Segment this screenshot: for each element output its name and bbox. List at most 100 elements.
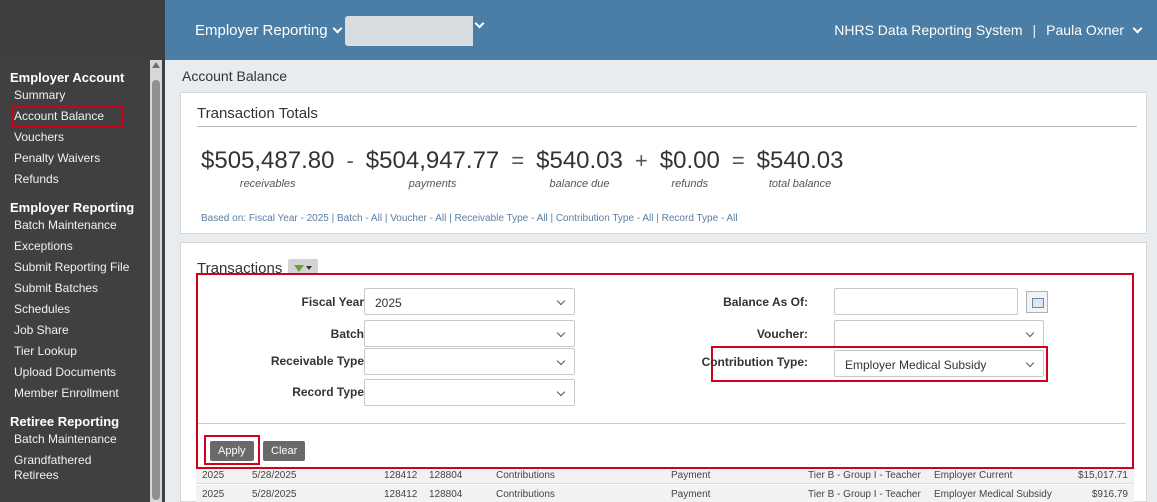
sidebar-item-exceptions[interactable]: Exceptions (14, 236, 165, 257)
cell-contribution-type: Employer Medical Subsidy (934, 489, 1052, 500)
page-title: Account Balance (182, 68, 288, 84)
contribution-type-select[interactable]: Employer Medical Subsidy (834, 350, 1044, 377)
top-bar: Employer Reporting NHRS Data Reporting S… (0, 0, 1157, 60)
balance-as-of-input[interactable] (834, 288, 1018, 315)
fiscal-year-label: Fiscal Year: (301, 295, 369, 309)
transaction-totals-panel: Transaction Totals $505,487.80 receivabl… (180, 92, 1147, 234)
contribution-type-value: Employer Medical Subsidy (845, 358, 987, 372)
cell-tier: Tier B - Group I - Teacher (808, 470, 921, 481)
sidebar-item-batch-maintenance[interactable]: Batch Maintenance (14, 215, 165, 236)
fiscal-year-value: 2025 (375, 296, 402, 310)
receivables-term: $505,487.80 receivables (201, 147, 334, 190)
contribution-type-label: Contribution Type: (701, 355, 808, 369)
record-type-label: Record Type: (292, 385, 368, 399)
voucher-select[interactable] (834, 320, 1044, 347)
cell-tier: Tier B - Group I - Teacher (808, 489, 921, 500)
cell-batch: 128412 (384, 470, 418, 481)
chevron-down-icon (332, 23, 343, 34)
cell-record-type: Payment (671, 470, 711, 481)
sidebar-item-penalty-waivers[interactable]: Penalty Waivers (14, 148, 165, 169)
cell-date: 5/28/2025 (252, 470, 297, 481)
sidebar-item-retirees[interactable]: Retirees (14, 468, 165, 483)
refunds-amount: $0.00 (659, 147, 720, 174)
sidebar-item-submit-batches[interactable]: Submit Batches (14, 278, 165, 299)
sidebar-scrollbar[interactable] (150, 60, 162, 502)
cell-fiscal-year: 2025 (202, 470, 225, 481)
sidebar-item-schedules[interactable]: Schedules (14, 299, 165, 320)
chevron-down-icon (556, 387, 566, 397)
sidebar-item-job-share[interactable]: Job Share (14, 320, 165, 341)
sidebar-item-submit-reporting-file[interactable]: Submit Reporting File (14, 257, 165, 278)
receivable-type-label: Receivable Type: (270, 354, 368, 368)
batch-select[interactable] (364, 320, 575, 347)
sidebar-item-member-enrollment[interactable]: Member Enrollment (14, 383, 165, 404)
cell-batch: 128412 (384, 489, 418, 500)
caret-down-icon (306, 266, 313, 270)
module-menu[interactable]: Employer Reporting (195, 22, 343, 39)
balance-as-of-label: Balance As Of: (723, 295, 808, 309)
employer-select[interactable] (345, 16, 473, 46)
cell-receivable-type: Contributions (496, 470, 555, 481)
user-menu[interactable]: NHRS Data Reporting System | Paula Oxner (834, 22, 1143, 38)
module-menu-label: Employer Reporting (195, 22, 328, 39)
sidebar-item-summary[interactable]: Summary (14, 85, 165, 106)
separator: | (1032, 22, 1037, 38)
cell-receivable-type: Contributions (496, 489, 555, 500)
sidebar-group-employer-reporting: Employer Reporting (10, 200, 135, 215)
receivables-amount: $505,487.80 (201, 147, 335, 174)
system-name: NHRS Data Reporting System (834, 22, 1023, 38)
chevron-down-icon (1025, 328, 1035, 338)
cell-voucher: 128804 (429, 470, 463, 481)
minus-operator: - (346, 148, 354, 173)
total-balance-amount: $540.03 (756, 147, 844, 174)
logo-area (0, 0, 165, 60)
refunds-term: $0.00 refunds (660, 147, 720, 190)
scrollbar-thumb[interactable] (152, 80, 160, 500)
divider (198, 423, 1126, 424)
payments-term: $504,947.77 payments (366, 147, 499, 190)
sidebar-item-account-balance[interactable]: Account Balance (12, 106, 124, 127)
sidebar-item-retiree-batch-maintenance[interactable]: Batch Maintenance (14, 429, 165, 450)
cell-date: 5/28/2025 (252, 489, 297, 500)
cell-fiscal-year: 2025 (202, 489, 225, 500)
cell-record-type: Payment (671, 489, 711, 500)
table-row[interactable]: 2025 5/28/2025 128412 128804 Contributio… (196, 485, 1134, 502)
balance-due-term: $540.03 balance due (536, 147, 623, 190)
payments-caption: payments (408, 178, 457, 190)
clear-button[interactable]: Clear (263, 441, 306, 461)
calendar-icon[interactable] (1026, 291, 1048, 313)
record-type-select[interactable] (364, 379, 575, 406)
chevron-down-icon (556, 328, 566, 338)
apply-button[interactable]: Apply (210, 441, 254, 461)
totals-title: Transaction Totals (197, 105, 318, 122)
sidebar-item-vouchers[interactable]: Vouchers (14, 127, 165, 148)
sidebar-item-refunds[interactable]: Refunds (14, 169, 165, 190)
sidebar-item-grandfathered[interactable]: Grandfathered (14, 453, 165, 468)
chevron-down-icon (1132, 23, 1143, 33)
cell-contribution-type: Employer Current (934, 470, 1013, 481)
total-balance-term: $540.03 total balance (757, 147, 844, 190)
balance-due-amount: $540.03 (536, 147, 623, 174)
chevron-down-icon (1025, 358, 1035, 368)
scroll-up-arrow-icon[interactable] (152, 62, 160, 68)
plus-operator: + (634, 148, 648, 173)
app-root: Employer Reporting NHRS Data Reporting S… (0, 0, 1157, 502)
sidebar-group-employer-account: Employer Account (10, 70, 125, 85)
receivable-type-select[interactable] (364, 348, 575, 375)
fiscal-year-select[interactable]: 2025 (364, 288, 575, 315)
sidebar-item-upload-documents[interactable]: Upload Documents (14, 362, 165, 383)
filter-icon (294, 264, 305, 272)
chevron-down-icon[interactable] (474, 18, 485, 29)
cell-amount: $15,017.71 (1077, 470, 1128, 481)
sidebar-item-tier-lookup[interactable]: Tier Lookup (14, 341, 165, 362)
chevron-down-icon (556, 356, 566, 366)
balance-due-caption: balance due (549, 178, 610, 190)
sidebar-group-retiree-reporting: Retiree Reporting (10, 414, 120, 429)
total-balance-caption: total balance (768, 178, 832, 190)
divider (197, 126, 1137, 127)
based-on-text: Based on: Fiscal Year - 2025 | Batch - A… (201, 213, 738, 224)
cell-amount: $916.79 (1091, 489, 1128, 500)
user-name: Paula Oxner (1046, 22, 1124, 38)
cell-voucher: 128804 (429, 489, 463, 500)
filter-panel: Fiscal Year: 2025 Batch: Receivable Type… (196, 273, 1134, 469)
